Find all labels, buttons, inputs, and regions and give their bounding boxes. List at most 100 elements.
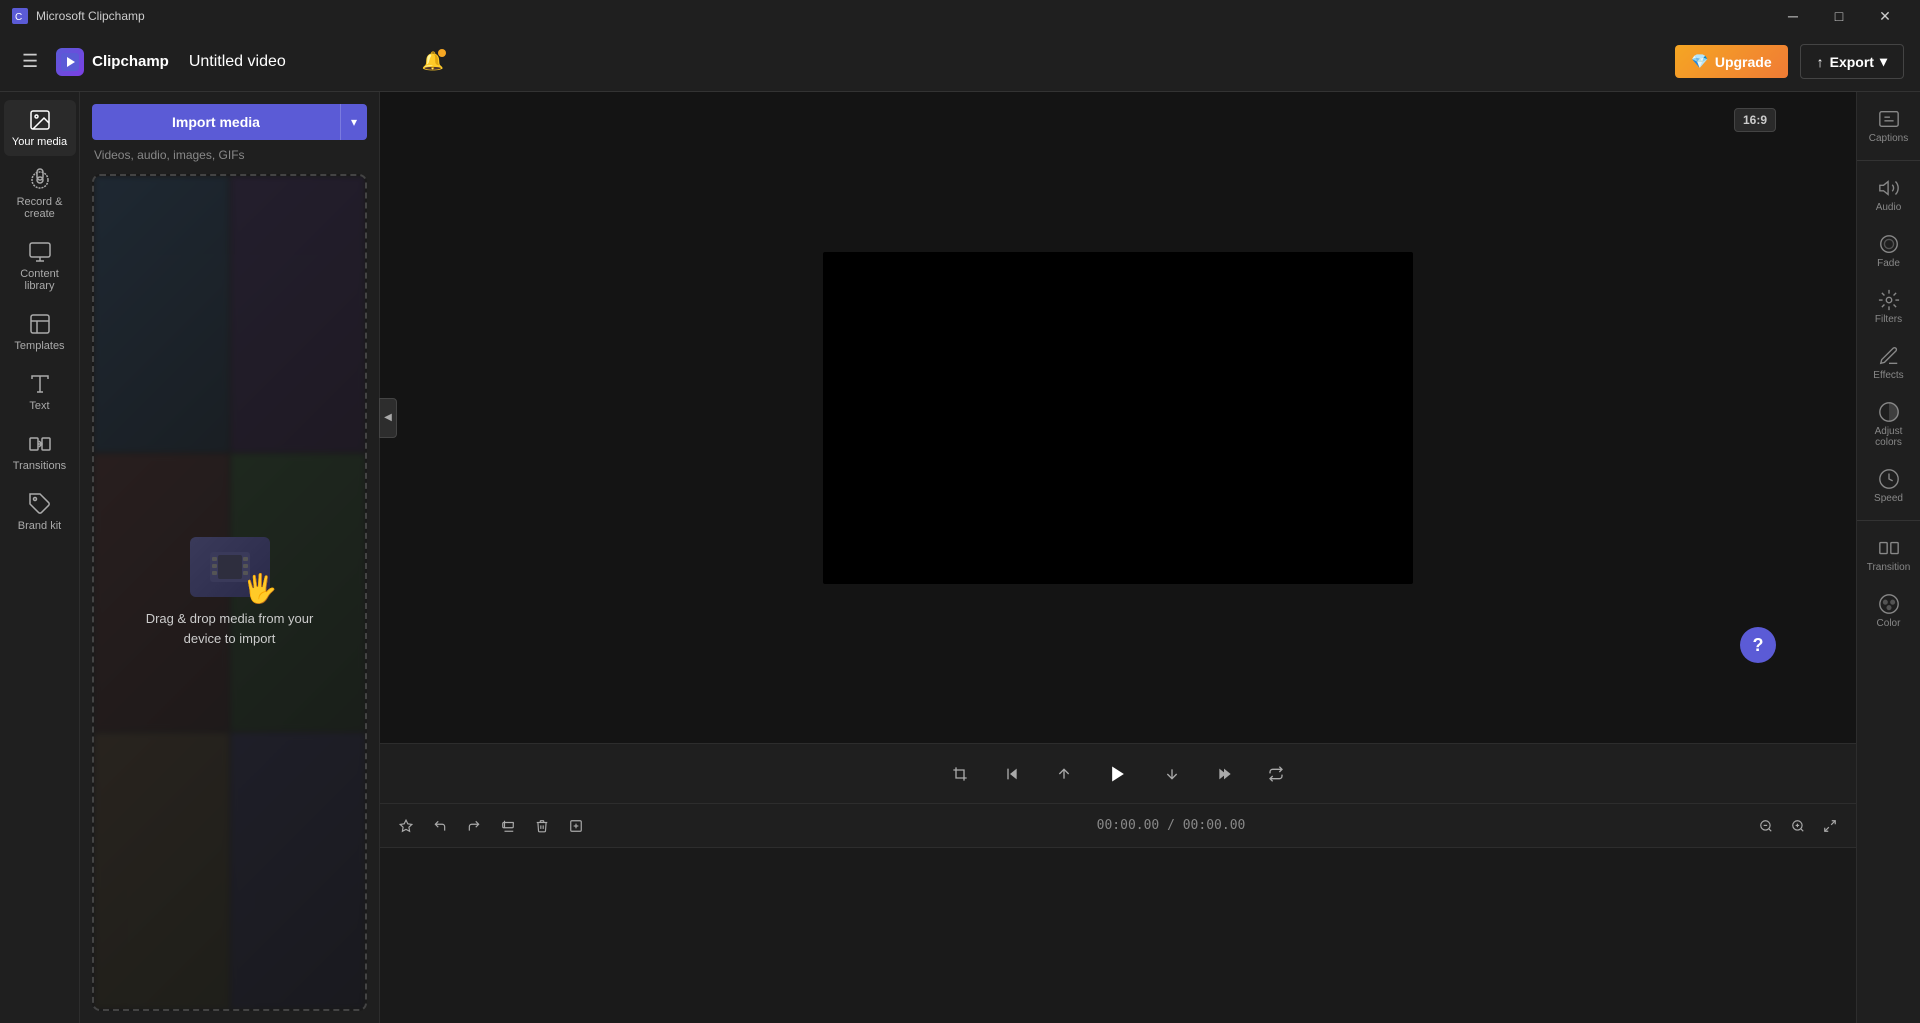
close-button[interactable]: ✕ <box>1862 0 1908 32</box>
adjust-colors-label: Adjust colors <box>1865 426 1913 448</box>
right-panel-color[interactable]: Color <box>1861 585 1917 637</box>
loop-icon <box>1268 766 1284 782</box>
notification-dot <box>438 49 446 57</box>
record-create-icon <box>28 168 52 192</box>
magic-icon <box>399 819 413 833</box>
sidebar-item-your-media[interactable]: Your media <box>4 100 76 156</box>
fit-timeline-button[interactable] <box>1816 812 1844 840</box>
right-panel-divider <box>1857 160 1920 161</box>
right-panel-fade[interactable]: Fade <box>1861 225 1917 277</box>
timeline-toolbar: 00:00.00 / 00:00.00 <box>380 804 1856 848</box>
top-bar: ☰ Clipchamp 🔔 💎 Upgrade ↑ Export ▾ <box>0 32 1920 92</box>
import-media-dropdown-button[interactable]: ▾ <box>340 104 367 140</box>
play-icon <box>1108 764 1128 784</box>
title-bar-controls: ─ □ ✕ <box>1770 0 1908 32</box>
preview-wrapper: ◀ <box>380 252 1856 584</box>
app-icon: C <box>12 8 28 24</box>
upgrade-label: Upgrade <box>1715 54 1772 70</box>
collapse-panel-button[interactable]: ◀ <box>379 398 397 438</box>
delete-button[interactable] <box>528 812 556 840</box>
magic-tool-button[interactable] <box>392 812 420 840</box>
import-btn-row: Import media ▾ <box>92 104 367 140</box>
right-panel-filters[interactable]: Filters <box>1861 281 1917 333</box>
crop-icon <box>952 766 968 782</box>
right-panel-adjust-colors[interactable]: Adjust colors <box>1861 393 1917 456</box>
right-panel-captions[interactable]: Captions <box>1861 100 1917 152</box>
export-button[interactable]: ↑ Export ▾ <box>1800 44 1904 79</box>
title-bar-title: Microsoft Clipchamp <box>36 9 1762 23</box>
undo-button[interactable] <box>426 812 454 840</box>
fast-forward-icon <box>1216 766 1232 782</box>
import-media-button[interactable]: Import media <box>92 104 340 140</box>
export-icon: ↑ <box>1817 54 1824 70</box>
sidebar-item-record-create[interactable]: Record & create <box>4 160 76 228</box>
sidebar-label-brand-kit: Brand kit <box>18 520 61 532</box>
media-drop-zone[interactable]: 🖐 Drag & drop media from your device to … <box>92 174 367 1011</box>
logo-area: Clipchamp <box>56 48 169 76</box>
sidebar-label-text: Text <box>29 400 49 412</box>
preview-area: 16:9 ◀ ? <box>380 92 1856 743</box>
title-bar: C Microsoft Clipchamp ─ □ ✕ <box>0 0 1920 32</box>
media-thumb-1 <box>94 176 229 452</box>
effects-icon <box>1878 345 1900 367</box>
zoom-out-button[interactable] <box>1752 812 1780 840</box>
right-panel-transition[interactable]: Transition <box>1861 529 1917 581</box>
right-panel-effects[interactable]: Effects <box>1861 337 1917 389</box>
right-panel-divider-2 <box>1857 520 1920 521</box>
effects-label: Effects <box>1873 370 1903 381</box>
zoom-in-button[interactable] <box>1784 812 1812 840</box>
sidebar-item-text[interactable]: Text <box>4 364 76 420</box>
sidebar-item-templates[interactable]: Templates <box>4 304 76 360</box>
fit-icon <box>1823 819 1837 833</box>
timeline-content <box>380 848 1856 1023</box>
help-button[interactable]: ? <box>1740 627 1776 663</box>
media-thumb-6 <box>231 733 366 1009</box>
redo-button[interactable] <box>460 812 488 840</box>
transition-label: Transition <box>1867 562 1911 573</box>
upgrade-button[interactable]: 💎 Upgrade <box>1675 45 1787 78</box>
timeline-area: 00:00.00 / 00:00.00 <box>380 803 1856 1023</box>
audio-icon <box>1878 177 1900 199</box>
step-back-button[interactable] <box>1048 758 1080 790</box>
redo-icon <box>467 819 481 833</box>
right-panel-audio[interactable]: Audio <box>1861 169 1917 221</box>
app-logo-text: Clipchamp <box>92 53 169 70</box>
adjust-colors-icon <box>1878 401 1900 423</box>
timeline-zoom-controls <box>1752 812 1844 840</box>
step-forward-button[interactable] <box>1156 758 1188 790</box>
step-forward-icon <box>1164 766 1180 782</box>
svg-text:C: C <box>15 12 22 23</box>
fade-label: Fade <box>1877 258 1900 269</box>
sidebar-item-content-library[interactable]: Content library <box>4 232 76 300</box>
timeline-timestamp: 00:00.00 / 00:00.00 <box>596 818 1746 833</box>
sidebar-label-record-create: Record & create <box>8 196 72 220</box>
your-media-icon <box>28 108 52 132</box>
play-button[interactable] <box>1100 756 1136 792</box>
sidebar-label-templates: Templates <box>14 340 64 352</box>
loop-button[interactable] <box>1260 758 1292 790</box>
aspect-ratio-badge[interactable]: 16:9 <box>1734 108 1776 132</box>
video-title-input[interactable] <box>181 49 404 75</box>
crop-button[interactable] <box>944 758 976 790</box>
add-media-button[interactable] <box>562 812 590 840</box>
split-button[interactable] <box>494 812 522 840</box>
notification-button[interactable]: 🔔 <box>416 45 450 78</box>
maximize-button[interactable]: □ <box>1816 0 1862 32</box>
cursor-hand-icon: 🖐 <box>243 572 278 605</box>
drop-zone-text: Drag & drop media from your device to im… <box>140 609 320 648</box>
hamburger-button[interactable]: ☰ <box>16 45 44 78</box>
drop-icon: 🖐 <box>190 537 270 597</box>
app-content: Your media Record & create Content libra… <box>0 92 1920 1023</box>
sidebar-label-your-media: Your media <box>12 136 67 148</box>
right-panel: Captions Audio Fade Filters Effect <box>1856 92 1920 1023</box>
fade-icon <box>1878 233 1900 255</box>
delete-icon <box>535 819 549 833</box>
fast-forward-button[interactable] <box>1208 758 1240 790</box>
split-icon <box>501 819 515 833</box>
left-sidebar: Your media Record & create Content libra… <box>0 92 80 1023</box>
right-panel-speed[interactable]: Speed <box>1861 460 1917 512</box>
sidebar-item-transitions[interactable]: Transitions <box>4 424 76 480</box>
rewind-button[interactable] <box>996 758 1028 790</box>
sidebar-item-brand-kit[interactable]: Brand kit <box>4 484 76 540</box>
minimize-button[interactable]: ─ <box>1770 0 1816 32</box>
